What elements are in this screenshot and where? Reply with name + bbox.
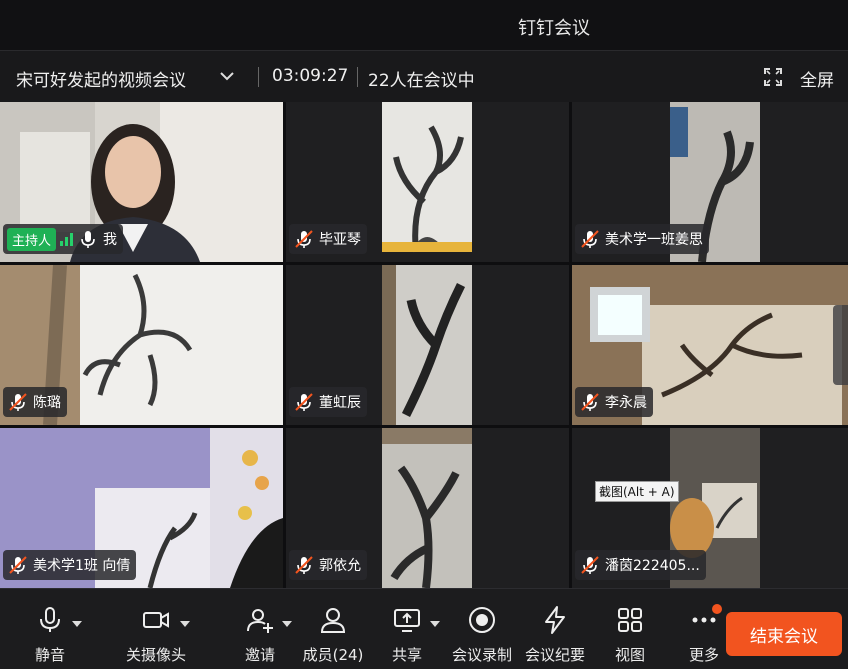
video-tile-host[interactable]: 主持人 我 bbox=[0, 102, 283, 262]
mute-label: 静音 bbox=[34, 646, 65, 664]
camera-label: 关摄像头 bbox=[125, 646, 186, 664]
participant-count: 22人在会议中 bbox=[368, 71, 475, 91]
participant-name: 潘茵222405... bbox=[605, 558, 700, 574]
participant-name: 董虹辰 bbox=[319, 395, 361, 411]
video-grid: 主持人 我 毕亚琴 美术学一班姜思 陈璐 董虹辰 李永晨 美术学1班 向倩 郭依… bbox=[0, 102, 848, 588]
meeting-info-bar: 宋可好发起的视频会议 03:09:27 22人在会议中 全屏 bbox=[0, 50, 848, 103]
share-screen-icon bbox=[394, 609, 420, 632]
participant-name: 毕亚琴 bbox=[319, 232, 361, 248]
microphone-muted-icon bbox=[581, 230, 599, 248]
participant-name: 郭依允 bbox=[319, 558, 361, 574]
participant-label: 主持人 我 bbox=[3, 224, 124, 254]
participant-label: 董虹辰 bbox=[289, 387, 367, 417]
microphone-icon bbox=[81, 231, 95, 248]
meeting-toolbar: 静音 关摄像头 邀请 成员(24) 共享 会议录制 会议纪要 视图 更多 bbox=[0, 588, 848, 669]
share-label: 共享 bbox=[391, 646, 422, 664]
window-titlebar: 钉钉会议 bbox=[0, 0, 848, 50]
microphone-muted-icon bbox=[295, 393, 313, 411]
participant-label: 美术学1班 向倩 bbox=[3, 550, 137, 580]
video-tile[interactable]: 董虹辰 bbox=[286, 265, 569, 425]
record-button[interactable]: 会议录制 bbox=[450, 589, 514, 669]
divider bbox=[258, 67, 259, 87]
microphone-muted-icon bbox=[295, 556, 313, 574]
participant-name: 陈璐 bbox=[33, 395, 61, 411]
participant-label: 毕亚琴 bbox=[289, 224, 367, 254]
more-button[interactable]: 更多 bbox=[684, 589, 724, 669]
video-tile[interactable]: 美术学1班 向倩 bbox=[0, 428, 283, 588]
mute-options-caret[interactable] bbox=[72, 621, 82, 627]
mute-button[interactable]: 静音 bbox=[22, 589, 78, 669]
participant-label: 美术学一班姜思 bbox=[575, 224, 709, 254]
view-label: 视图 bbox=[614, 646, 645, 664]
invite-label: 邀请 bbox=[244, 646, 275, 664]
record-label: 会议录制 bbox=[451, 646, 512, 664]
participant-name: 李永晨 bbox=[605, 395, 647, 411]
chevron-down-icon[interactable] bbox=[218, 67, 236, 85]
microphone-muted-icon bbox=[295, 230, 313, 248]
invite-button[interactable]: 邀请 bbox=[238, 589, 282, 669]
participant-name: 我 bbox=[103, 232, 118, 248]
meeting-timer: 03:09:27 bbox=[272, 66, 349, 86]
share-button[interactable]: 共享 bbox=[386, 589, 428, 669]
video-tile[interactable]: 陈璐 bbox=[0, 265, 283, 425]
invite-options-caret[interactable] bbox=[282, 621, 292, 627]
microphone-muted-icon bbox=[581, 393, 599, 411]
microphone-muted-icon bbox=[9, 556, 27, 574]
minutes-label: 会议纪要 bbox=[524, 646, 585, 664]
camera-options-caret[interactable] bbox=[180, 621, 190, 627]
signal-bars-icon bbox=[60, 232, 74, 246]
add-user-icon bbox=[247, 609, 273, 633]
members-label: 成员(24) bbox=[302, 646, 364, 664]
app-title: 钉钉会议 bbox=[518, 18, 590, 39]
share-options-caret[interactable] bbox=[430, 621, 440, 627]
video-tile[interactable]: 郭依允 bbox=[286, 428, 569, 588]
divider bbox=[357, 67, 358, 87]
video-tile[interactable]: 潘茵222405... bbox=[572, 428, 848, 588]
end-meeting-button[interactable]: 结束会议 bbox=[726, 612, 842, 656]
record-icon bbox=[469, 607, 495, 633]
camera-button[interactable]: 关摄像头 bbox=[120, 589, 192, 669]
participant-name: 美术学1班 向倩 bbox=[33, 558, 131, 574]
next-page-handle[interactable] bbox=[833, 305, 848, 385]
members-button[interactable]: 成员(24) bbox=[300, 589, 366, 669]
lightning-icon bbox=[545, 606, 565, 634]
microphone-muted-icon bbox=[581, 556, 599, 574]
view-button[interactable]: 视图 bbox=[610, 589, 650, 669]
video-tile[interactable]: 美术学一班姜思 bbox=[572, 102, 848, 262]
grid-view-icon bbox=[618, 608, 642, 632]
minutes-button[interactable]: 会议纪要 bbox=[523, 589, 587, 669]
screenshot-tooltip: 截图(Alt + A) bbox=[595, 481, 679, 502]
participant-label: 陈璐 bbox=[3, 387, 67, 417]
fullscreen-button[interactable]: 全屏 bbox=[800, 66, 834, 91]
meeting-name[interactable]: 宋可好发起的视频会议 bbox=[16, 66, 186, 91]
participant-label: 李永晨 bbox=[575, 387, 653, 417]
members-icon bbox=[320, 608, 346, 633]
fullscreen-icon[interactable] bbox=[764, 68, 782, 86]
video-tile[interactable]: 毕亚琴 bbox=[286, 102, 569, 262]
participant-name: 美术学一班姜思 bbox=[605, 232, 703, 248]
microphone-muted-icon bbox=[9, 393, 27, 411]
notification-dot bbox=[712, 604, 722, 614]
participant-label: 郭依允 bbox=[289, 550, 367, 580]
participant-label: 潘茵222405... bbox=[575, 550, 706, 580]
microphone-icon bbox=[40, 607, 60, 632]
more-label: 更多 bbox=[688, 646, 719, 664]
camera-icon bbox=[143, 612, 169, 628]
host-badge: 主持人 bbox=[7, 227, 57, 251]
video-tile[interactable]: 李永晨 bbox=[572, 265, 848, 425]
